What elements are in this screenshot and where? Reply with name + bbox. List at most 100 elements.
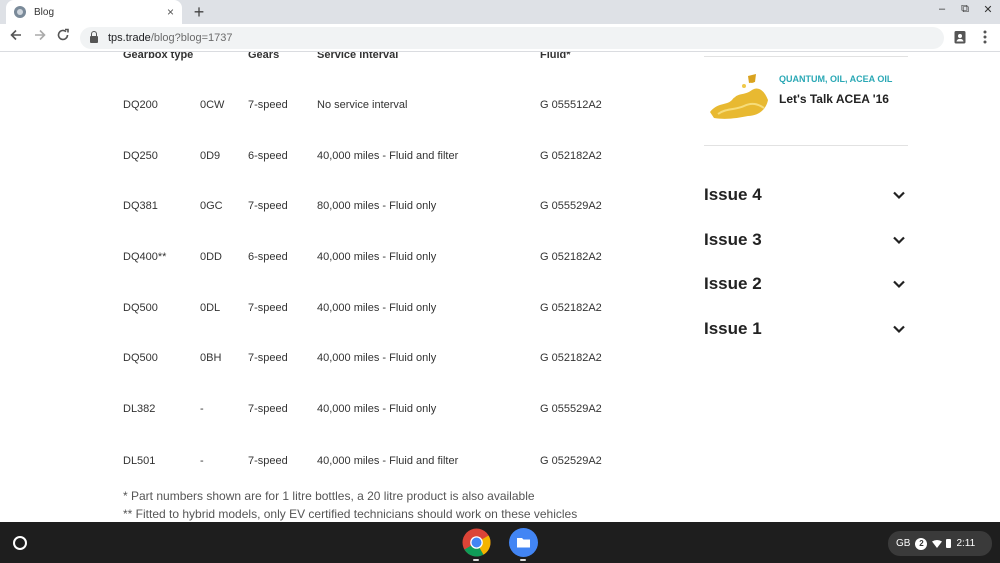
post-title-link[interactable]: Let's Talk ACEA '16 [779, 92, 889, 106]
profile-icon[interactable] [952, 30, 968, 46]
footnote-hybrid: ** Fitted to hybrid models, only EV cert… [123, 507, 578, 521]
url-host: tps.trade [108, 32, 151, 44]
cell-gears: 7-speed [248, 200, 288, 212]
table-row: DQ381 0GC 7-speed 80,000 miles - Fluid o… [0, 200, 660, 220]
cell-gears: 6-speed [248, 150, 288, 162]
header-service-interval: Service interval [317, 52, 399, 61]
forward-arrow-icon [35, 29, 46, 41]
cell-model: DQ200 [123, 99, 158, 111]
reload-icon [57, 28, 69, 41]
issue-4-accordion[interactable]: Issue 4 [704, 185, 908, 207]
restore-button[interactable]: ⧉ [956, 3, 974, 16]
table-row: DQ500 0DL 7-speed 40,000 miles - Fluid o… [0, 302, 660, 322]
back-button[interactable] [6, 28, 26, 48]
back-arrow-icon [10, 29, 21, 41]
launcher-button[interactable] [8, 531, 32, 555]
footnote-part-numbers: * Part numbers shown are for 1 litre bot… [123, 489, 535, 503]
cell-model: DQ500 [123, 302, 158, 314]
cell-code: 0DD [200, 251, 223, 263]
cell-fluid: G 055529A2 [540, 200, 602, 212]
cell-code: 0CW [200, 99, 225, 111]
cell-fluid: G 052182A2 [540, 150, 602, 162]
new-tab-button[interactable]: + [189, 2, 209, 22]
post-tags[interactable]: QUANTUM, OIL, ACEA OIL [779, 74, 892, 84]
notification-count-badge: 2 [915, 537, 928, 550]
cell-fluid: G 052182A2 [540, 251, 602, 263]
header-fluid: Fluid* [540, 52, 571, 61]
cell-code: 0GC [200, 200, 223, 212]
header-gearbox-type: Gearbox type [123, 52, 194, 61]
cell-code: - [200, 455, 204, 467]
reload-button[interactable] [53, 28, 73, 48]
address-bar[interactable]: tps.trade/blog?blog=1737 [80, 27, 944, 49]
minimize-button[interactable]: – [933, 3, 951, 15]
url-path: /blog?blog=1737 [150, 32, 233, 44]
cell-fluid: G 052182A2 [540, 352, 602, 364]
cell-fluid: G 052529A2 [540, 455, 602, 467]
cell-gears: 7-speed [248, 455, 288, 467]
sidebar-divider [704, 145, 908, 146]
lock-icon [90, 31, 98, 43]
cell-gears: 7-speed [248, 352, 288, 364]
cell-fluid: G 055512A2 [540, 99, 602, 111]
cell-model: DQ250 [123, 150, 158, 162]
issue-3-accordion[interactable]: Issue 3 [704, 230, 908, 252]
cell-interval: 40,000 miles - Fluid and filter [317, 150, 459, 162]
cell-model: DQ381 [123, 200, 158, 212]
sidebar-divider [704, 56, 908, 57]
cell-fluid: G 055529A2 [540, 403, 602, 415]
cell-model: DL501 [123, 455, 156, 467]
battery-icon [946, 539, 952, 548]
table-row: DQ250 0D9 6-speed 40,000 miles - Fluid a… [0, 150, 660, 170]
cell-interval: 40,000 miles - Fluid only [317, 251, 437, 263]
browser-toolbar: tps.trade/blog?blog=1737 [0, 24, 1000, 52]
cell-gears: 7-speed [248, 302, 288, 314]
chevron-down-icon [893, 325, 905, 334]
cell-interval: No service interval [317, 99, 408, 111]
table-row: DQ500 0BH 7-speed 40,000 miles - Fluid o… [0, 352, 660, 372]
table-row: DQ200 0CW 7-speed No service interval G … [0, 99, 660, 119]
issue-label: Issue 3 [704, 230, 762, 249]
tab-title: Blog [34, 6, 55, 18]
issue-label: Issue 2 [704, 274, 762, 293]
cell-interval: 40,000 miles - Fluid only [317, 302, 437, 314]
keyboard-locale: GB [896, 538, 911, 549]
cell-interval: 80,000 miles - Fluid only [317, 200, 437, 212]
wifi-icon [932, 539, 943, 548]
close-tab-icon[interactable]: × [167, 6, 174, 18]
cell-code: 0BH [200, 352, 222, 364]
cell-code: 0D9 [200, 150, 221, 162]
close-window-button[interactable]: ✕ [979, 3, 997, 16]
page-content: Gearbox type Gears Service interval Flui… [0, 52, 1000, 522]
chevron-down-icon [893, 236, 905, 245]
cell-model: DL382 [123, 403, 156, 415]
menu-kebab-icon[interactable] [977, 30, 993, 46]
issue-label: Issue 1 [704, 319, 762, 338]
cell-interval: 40,000 miles - Fluid and filter [317, 455, 459, 467]
cell-code: - [200, 403, 204, 415]
cell-fluid: G 052182A2 [540, 302, 602, 314]
forward-button[interactable] [30, 28, 50, 48]
status-tray[interactable]: GB 2 2:11 [888, 531, 992, 556]
tab-blog[interactable]: Blog × [6, 0, 182, 24]
cell-gears: 7-speed [248, 99, 288, 111]
tab-strip: Blog × + – ⧉ ✕ [0, 0, 1000, 24]
header-gears: Gears [248, 52, 280, 61]
chevron-down-icon [893, 280, 905, 289]
table-row: DL382 - 7-speed 40,000 miles - Fluid onl… [0, 403, 660, 423]
chrome-app-icon[interactable] [462, 528, 491, 557]
cell-model: DQ500 [123, 352, 158, 364]
globe-icon [14, 6, 26, 18]
issue-1-accordion[interactable]: Issue 1 [704, 319, 908, 341]
cell-code: 0DL [200, 302, 221, 314]
files-running-indicator [520, 559, 526, 561]
chevron-down-icon [893, 191, 905, 200]
cell-gears: 7-speed [248, 403, 288, 415]
files-app-icon[interactable] [509, 528, 538, 557]
os-shelf: GB 2 2:11 [0, 522, 1000, 563]
cell-model: DQ400** [123, 251, 167, 263]
issue-2-accordion[interactable]: Issue 2 [704, 274, 908, 296]
clock: 2:11 [956, 538, 976, 549]
table-row: DL501 - 7-speed 40,000 miles - Fluid and… [0, 455, 660, 475]
oil-splash-image[interactable] [708, 72, 770, 124]
